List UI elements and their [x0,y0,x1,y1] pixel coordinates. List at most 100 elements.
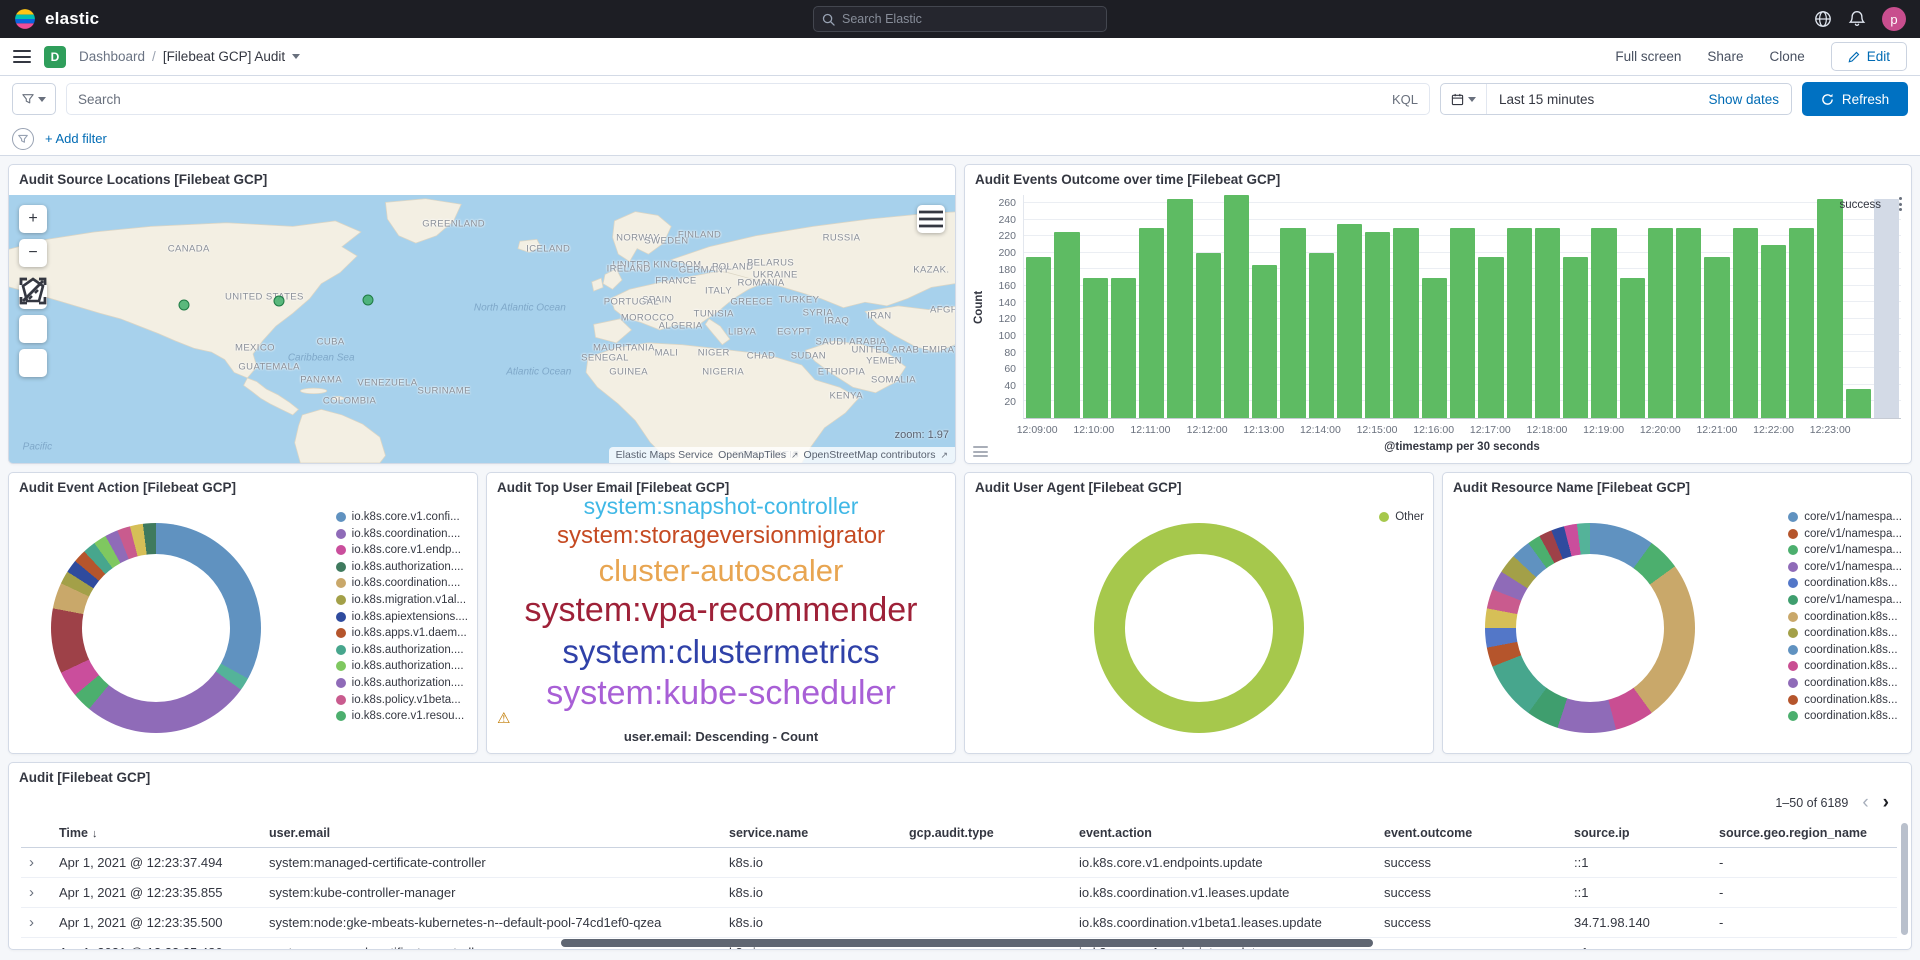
legend-item[interactable]: core/v1/namespa... [1788,528,1902,540]
histogram-bar[interactable] [1054,232,1079,418]
resource-name-donut[interactable] [1485,523,1695,733]
legend-item[interactable]: io.k8s.authorization.... [336,677,468,689]
map-draw-button[interactable] [19,349,47,377]
legend-item[interactable]: io.k8s.apiextensions.... [336,611,468,623]
panel-options-icon[interactable] [1899,197,1902,211]
sort-desc-icon[interactable]: ↓ [92,828,98,840]
histogram-bar[interactable] [1478,257,1503,418]
histogram-bar[interactable] [1535,228,1560,418]
elastic-logo[interactable] [14,8,36,30]
column-header[interactable]: event.outcome [1376,819,1566,848]
histogram-bar[interactable] [1648,228,1673,418]
histogram-bar[interactable] [1846,389,1871,418]
histogram-bar[interactable] [1393,228,1418,418]
global-search[interactable] [813,6,1107,32]
column-header[interactable]: Time↓ [51,819,261,848]
histogram-bar[interactable] [1139,228,1164,418]
audit-table[interactable]: Time↓user.emailservice.namegcp.audit.typ… [21,819,1897,949]
world-map[interactable]: CANADAUNITED STATESMEXICOCUBAGUATEMALAPA… [9,195,955,463]
legend-label[interactable]: success [1839,199,1881,211]
refresh-button[interactable]: Refresh [1802,82,1908,116]
user-agent-donut[interactable] [1094,523,1304,733]
legend-item[interactable]: io.k8s.authorization.... [336,561,468,573]
panel-title[interactable]: Audit User Agent [Filebeat GCP] [965,473,1433,502]
tag-cloud-term[interactable]: system:clustermetrics [562,633,879,671]
legend-item[interactable]: io.k8s.policy.v1beta... [336,694,468,706]
panel-title[interactable]: Audit Events Outcome over time [Filebeat… [965,165,1911,194]
legend-item[interactable]: io.k8s.coordination.... [336,528,468,540]
full-screen-button[interactable]: Full screen [1615,49,1681,64]
histogram-bar[interactable] [1167,199,1192,418]
next-page-icon[interactable]: › [1883,793,1889,812]
space-avatar[interactable]: D [44,46,66,68]
histogram-bar[interactable] [1563,257,1588,418]
histogram-chart[interactable]: Count 2040608010012014016018020022024026… [971,195,1901,459]
histogram-bar[interactable] [1507,228,1532,418]
query-input[interactable] [78,92,1384,107]
tag-cloud-term[interactable]: system:snapshot-controller [584,493,859,519]
legend-item[interactable]: io.k8s.authorization.... [336,644,468,656]
legend-item[interactable]: coordination.k8s... [1788,694,1902,706]
histogram-bar[interactable] [1196,253,1221,418]
expand-row-icon[interactable]: › [21,848,51,878]
show-dates-button[interactable]: Show dates [1708,92,1791,107]
legend-item[interactable]: core/v1/namespa... [1788,561,1902,573]
menu-icon[interactable] [13,50,31,63]
filter-menu-button[interactable] [12,128,34,150]
attribution-elastic[interactable]: Elastic Maps Service [616,449,713,461]
histogram-bar[interactable] [1365,232,1390,418]
share-button[interactable]: Share [1707,49,1743,64]
attribution-osm[interactable]: OpenStreetMap contributors [804,449,936,461]
horizontal-scrollbar[interactable] [561,939,1373,947]
clone-button[interactable]: Clone [1769,49,1804,64]
legend-item[interactable]: io.k8s.core.v1.resou... [336,710,468,722]
warning-icon[interactable]: ⚠ [497,709,510,727]
expand-row-icon[interactable]: › [21,908,51,938]
histogram-bar[interactable] [1761,245,1786,418]
legend-item[interactable]: Other [1379,511,1424,523]
partial-bucket-bar[interactable] [1874,199,1899,418]
alerts-icon[interactable] [1848,10,1866,28]
time-range-value[interactable]: Last 15 minutes [1487,92,1606,107]
histogram-bar[interactable] [1280,228,1305,418]
panel-title[interactable]: Audit [Filebeat GCP] [9,763,1911,792]
legend-item[interactable]: coordination.k8s... [1788,660,1902,672]
column-header[interactable]: service.name [721,819,901,848]
legend-item[interactable]: io.k8s.migration.v1al... [336,594,468,606]
saved-query-menu-button[interactable] [12,83,56,115]
legend-item[interactable]: core/v1/namespa... [1788,511,1902,523]
histogram-bar[interactable] [1620,278,1645,418]
histogram-bar[interactable] [1450,228,1475,418]
previous-page-icon[interactable]: ‹ [1862,793,1868,812]
column-header[interactable]: user.email [261,819,721,848]
histogram-bar[interactable] [1733,228,1758,418]
event-action-donut[interactable] [51,523,261,733]
legend-item[interactable]: io.k8s.apps.v1.daem... [336,627,468,639]
chevron-down-icon[interactable] [292,54,300,59]
column-header[interactable]: gcp.audit.type [901,819,1071,848]
histogram-bar[interactable] [1252,265,1277,418]
panel-title[interactable]: Audit Resource Name [Filebeat GCP] [1443,473,1911,502]
query-input-wrap[interactable]: KQL [66,83,1430,115]
legend-item[interactable]: coordination.k8s... [1788,677,1902,689]
histogram-bar[interactable] [1704,257,1729,418]
breadcrumb-dashboard[interactable]: Dashboard [79,49,145,64]
attribution-openmaptiles[interactable]: OpenMapTiles [718,449,786,461]
vertical-scrollbar[interactable] [1901,823,1908,935]
panel-title[interactable]: Audit Source Locations [Filebeat GCP] [9,165,955,194]
tag-cloud-term[interactable]: system:kube-scheduler [546,674,896,713]
column-header[interactable]: event.action [1071,819,1376,848]
user-avatar[interactable]: p [1882,7,1906,31]
column-header[interactable]: source.geo.region_name [1711,819,1897,848]
histogram-bar[interactable] [1309,253,1334,418]
tag-cloud-term[interactable]: cluster-autoscaler [599,553,844,589]
expand-row-icon[interactable]: › [21,878,51,908]
legend-item[interactable]: io.k8s.coordination.... [336,577,468,589]
edit-button[interactable]: Edit [1831,42,1907,71]
tag-cloud-term[interactable]: system:storageversionmigrator [557,522,885,550]
legend-item[interactable]: io.k8s.core.v1.confi... [336,511,468,523]
histogram-bar[interactable] [1337,224,1362,418]
legend-item[interactable]: coordination.k8s... [1788,577,1902,589]
legend-item[interactable]: io.k8s.authorization.... [336,660,468,672]
panel-title[interactable]: Audit Event Action [Filebeat GCP] [9,473,477,502]
